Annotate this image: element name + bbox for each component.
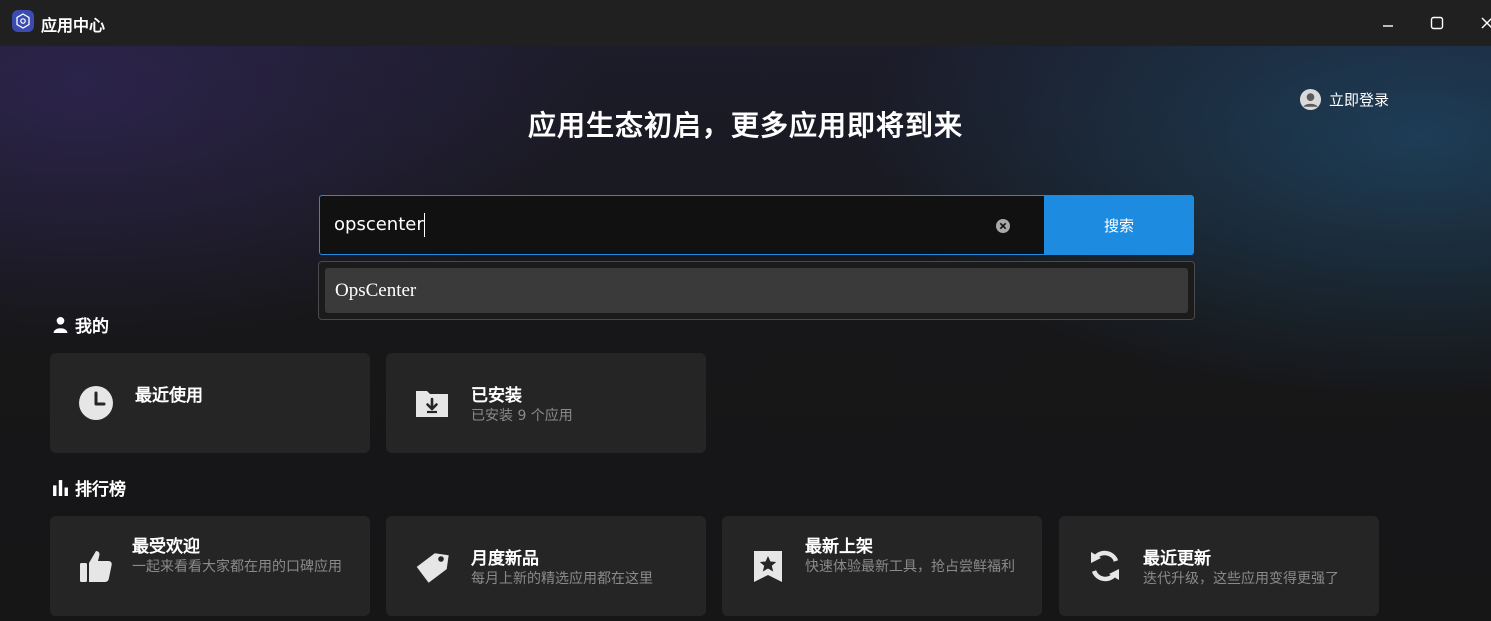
card-desc: 每月上新的精选应用都在这里: [471, 571, 653, 587]
suggestion-item[interactable]: OpsCenter: [325, 268, 1188, 313]
clock-icon: [79, 386, 113, 420]
card-recently-updated[interactable]: 最近更新 迭代升级，这些应用变得更强了: [1059, 516, 1379, 616]
card-recent-used[interactable]: 最近使用: [50, 353, 370, 453]
suggestion-label: OpsCenter: [335, 280, 417, 301]
card-title: 最近使用: [135, 386, 203, 406]
card-desc: 一起来看看大家都在用的口碑应用: [132, 559, 342, 575]
clear-input-icon[interactable]: [995, 218, 1011, 234]
minimize-button[interactable]: [1375, 10, 1401, 36]
minimize-icon: [1383, 25, 1393, 27]
text-caret: [424, 213, 425, 237]
section-ranking-title: 排行榜: [75, 480, 126, 500]
title-bar: 应用中心: [0, 0, 1491, 46]
card-monthly-new[interactable]: 月度新品 每月上新的精选应用都在这里: [386, 516, 706, 616]
user-icon: [53, 316, 68, 333]
section-ranking: 排行榜: [52, 475, 126, 500]
search-button[interactable]: 搜索: [1044, 195, 1194, 255]
tag-icon: [416, 553, 449, 583]
star-bookmark-icon: [754, 551, 782, 582]
card-installed[interactable]: 已安装 已安装 9 个应用: [386, 353, 706, 453]
thumbs-up-icon: [80, 551, 112, 582]
card-title: 最新上架: [805, 537, 873, 557]
section-my-title: 我的: [75, 317, 109, 337]
card-desc: 已安装 9 个应用: [471, 408, 573, 424]
card-desc: 快速体验最新工具，抢占尝鲜福利: [805, 559, 1015, 575]
maximize-button[interactable]: [1424, 10, 1450, 36]
app-logo-icon: [12, 10, 34, 32]
hero-title: 应用生态初启，更多应用即将到来: [527, 109, 963, 142]
maximize-icon: [1430, 16, 1444, 30]
card-desc: 迭代升级，这些应用变得更强了: [1143, 571, 1339, 587]
search-input-value: opscenter: [334, 214, 424, 235]
card-title: 最近更新: [1143, 549, 1211, 569]
section-my: 我的: [52, 312, 109, 337]
search-input[interactable]: opscenter: [319, 195, 1044, 255]
card-newly-listed[interactable]: 最新上架 快速体验最新工具，抢占尝鲜福利: [722, 516, 1042, 616]
close-icon: [1481, 17, 1491, 29]
card-title: 最受欢迎: [132, 537, 200, 557]
download-folder-icon: [416, 391, 448, 417]
window-title: 应用中心: [41, 16, 106, 35]
card-title: 月度新品: [471, 549, 539, 569]
card-most-popular[interactable]: 最受欢迎 一起来看看大家都在用的口碑应用: [50, 516, 370, 616]
bar-chart-icon: [53, 480, 68, 496]
close-button[interactable]: [1474, 10, 1491, 36]
refresh-icon: [1091, 550, 1119, 582]
search-suggestions: OpsCenter: [318, 261, 1195, 320]
card-title: 已安装: [471, 386, 522, 406]
